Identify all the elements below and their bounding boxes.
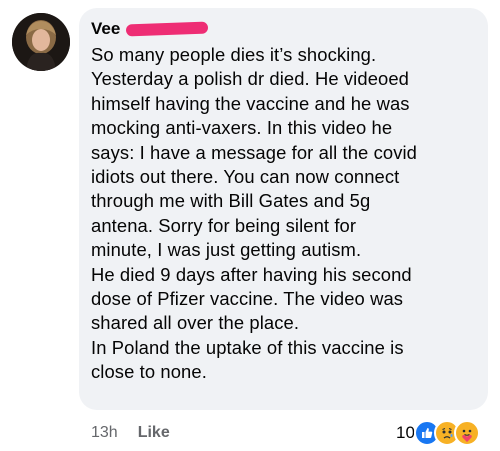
avatar[interactable] xyxy=(12,13,70,71)
comment-line: shared all over the place. xyxy=(91,312,300,334)
comment-line: Yesterday a polish dr died. He videoed xyxy=(91,68,410,90)
comment-line: mocking anti-vaxers. In this video he xyxy=(91,117,393,139)
comment-line: idiots out there. You can now connect xyxy=(91,166,400,188)
like-button[interactable]: Like xyxy=(138,424,170,442)
comment-bubble: Vee So many people dies it’s shocking. Y… xyxy=(79,8,488,410)
comment-text: So many people dies it’s shocking. Yeste… xyxy=(91,43,476,385)
comment-line: dose of Pfizer vaccine. The video was xyxy=(91,288,404,310)
comment-line: In Poland the uptake of this vaccine is xyxy=(91,336,404,358)
reaction-count: 10 xyxy=(396,423,415,442)
comment-line: says: I have a message for all the covid xyxy=(91,141,417,163)
comment-header: Vee xyxy=(91,18,476,40)
avatar-photo xyxy=(12,13,70,71)
comment-footer: 13h Like xyxy=(91,424,170,442)
redaction-mark xyxy=(126,21,209,37)
author-name[interactable]: Vee xyxy=(91,19,120,39)
reactions-summary[interactable]: 10 xyxy=(392,418,484,448)
comment-line: So many people dies it’s shocking. xyxy=(91,44,377,65)
comment-line: through me with Bill Gates and 5g xyxy=(91,190,371,212)
comment-line: minute, I was just getting autism. xyxy=(91,239,362,261)
comment-timestamp[interactable]: 13h xyxy=(91,424,118,442)
comment-line: himself having the vaccine and he was xyxy=(91,92,410,114)
comment-line: antena. Sorry for being silent for xyxy=(91,214,357,236)
comment-line: He died 9 days after having his second xyxy=(91,263,412,285)
care-reaction-icon xyxy=(453,420,480,446)
comment-line: close to none. xyxy=(91,361,207,383)
